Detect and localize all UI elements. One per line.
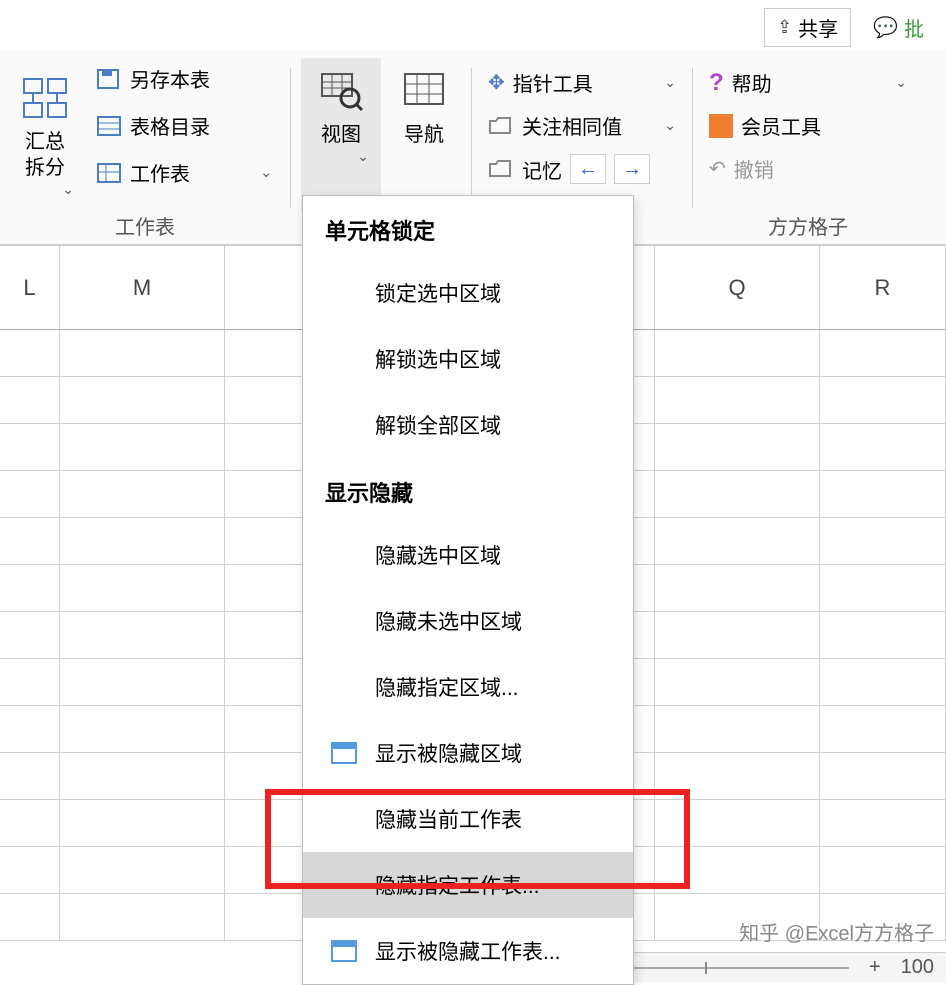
group-label-fangfang: 方方格子 (693, 211, 923, 240)
view-dropdown-menu: 单元格锁定 锁定选中区域 解锁选中区域 解锁全部区域 显示隐藏 隐藏选中区域 隐… (302, 195, 634, 985)
show-sheet-icon (331, 940, 357, 962)
group-label-worksheet: 工作表 (0, 211, 290, 240)
nav-icon (399, 66, 449, 116)
same-value-button[interactable]: 关注相同值 ⌄ (482, 107, 682, 144)
worksheet-icon (96, 160, 122, 186)
comment-button[interactable]: 💬 批 (861, 8, 936, 47)
menu-unlock-selected[interactable]: 解锁选中区域 (303, 326, 633, 392)
menu-section-showhide: 显示隐藏 (303, 458, 633, 522)
menu-lock-selected[interactable]: 锁定选中区域 (303, 260, 633, 326)
zoom-value[interactable]: 100 (901, 956, 934, 979)
view-label: 视图 (321, 122, 361, 148)
top-buttons-area: ⇪ 共享 💬 批 (754, 0, 946, 55)
watermark: 知乎 @Excel方方格子 (739, 917, 934, 946)
view-icon (316, 66, 366, 116)
summary-split-button[interactable]: 汇总拆分 ⌄ (10, 58, 80, 213)
pointer-icon: ✥ (488, 70, 505, 95)
chevron-down-icon: ⌄ (357, 148, 369, 165)
comment-icon: 💬 (873, 15, 898, 40)
summary-split-label: 汇总拆分 (16, 129, 74, 181)
worksheet-button[interactable]: 工作表 ⌄ (88, 152, 280, 193)
menu-section-lock: 单元格锁定 (303, 196, 633, 260)
view-button[interactable]: 视图 ⌄ (301, 58, 381, 213)
save-as-icon (96, 66, 122, 92)
ribbon-group-fangfang: ? 帮助 ⌄ 会员工具 ↶ 撤销 方方格子 (693, 50, 923, 244)
col-header-L[interactable]: L (0, 246, 60, 330)
pointer-tool-button[interactable]: ✥ 指针工具 ⌄ (482, 64, 682, 101)
menu-hide-specified-sheet[interactable]: 隐藏指定工作表... (303, 852, 633, 918)
share-label: 共享 (798, 13, 838, 42)
help-label: 帮助 (732, 68, 772, 97)
member-tools-button[interactable]: 会员工具 (703, 107, 913, 144)
menu-hide-current-sheet[interactable]: 隐藏当前工作表 (303, 786, 633, 852)
undo-button[interactable]: ↶ 撤销 (703, 150, 913, 187)
menu-unlock-all[interactable]: 解锁全部区域 (303, 392, 633, 458)
worksheet-label: 工作表 (130, 158, 190, 187)
chevron-down-icon: ⌄ (664, 74, 676, 91)
share-button[interactable]: ⇪ 共享 (764, 8, 851, 47)
same-value-label: 关注相同值 (522, 111, 622, 140)
col-header-M[interactable]: M (60, 246, 225, 330)
menu-hide-specified[interactable]: 隐藏指定区域... (303, 654, 633, 720)
help-icon: ? (709, 69, 724, 97)
memory-row: 记忆 ← → (482, 150, 682, 188)
col-header-R[interactable]: R (820, 246, 946, 330)
nav-button[interactable]: 导航 (387, 58, 461, 213)
chevron-down-icon: ⌄ (664, 117, 676, 134)
member-label: 会员工具 (741, 111, 821, 140)
share-icon: ⇪ (777, 17, 792, 38)
comment-label: 批 (904, 13, 924, 42)
pointer-label: 指针工具 (513, 68, 593, 97)
folder-icon (488, 113, 514, 139)
ribbon-group-worksheet: 汇总拆分 ⌄ 另存本表 表格目录 (0, 50, 290, 244)
chevron-down-icon: ⌄ (260, 164, 272, 181)
menu-hide-selected[interactable]: 隐藏选中区域 (303, 522, 633, 588)
menu-hide-unselected[interactable]: 隐藏未选中区域 (303, 588, 633, 654)
memory-icon (488, 156, 514, 182)
member-icon (709, 114, 733, 138)
table-dir-icon (96, 113, 122, 139)
save-as-label: 另存本表 (130, 64, 210, 93)
col-header-Q[interactable]: Q (655, 246, 820, 330)
arrow-right-button[interactable]: → (614, 154, 650, 184)
memory-label: 记忆 (522, 155, 562, 184)
help-button[interactable]: ? 帮助 ⌄ (703, 64, 913, 101)
table-dir-label: 表格目录 (130, 111, 210, 140)
save-as-button[interactable]: 另存本表 (88, 58, 280, 99)
chevron-down-icon: ⌄ (895, 74, 907, 91)
table-dir-button[interactable]: 表格目录 (88, 105, 280, 146)
arrow-left-button[interactable]: ← (570, 154, 606, 184)
zoom-plus-button[interactable]: + (869, 956, 881, 979)
undo-icon: ↶ (709, 156, 726, 181)
chevron-down-icon: ⌄ (62, 181, 74, 198)
menu-show-hidden[interactable]: 显示被隐藏区域 (303, 720, 633, 786)
nav-label: 导航 (404, 122, 444, 148)
summary-split-icon (20, 73, 70, 123)
show-area-icon (331, 742, 357, 764)
undo-label: 撤销 (734, 154, 774, 183)
menu-show-hidden-sheet[interactable]: 显示被隐藏工作表... (303, 918, 633, 984)
